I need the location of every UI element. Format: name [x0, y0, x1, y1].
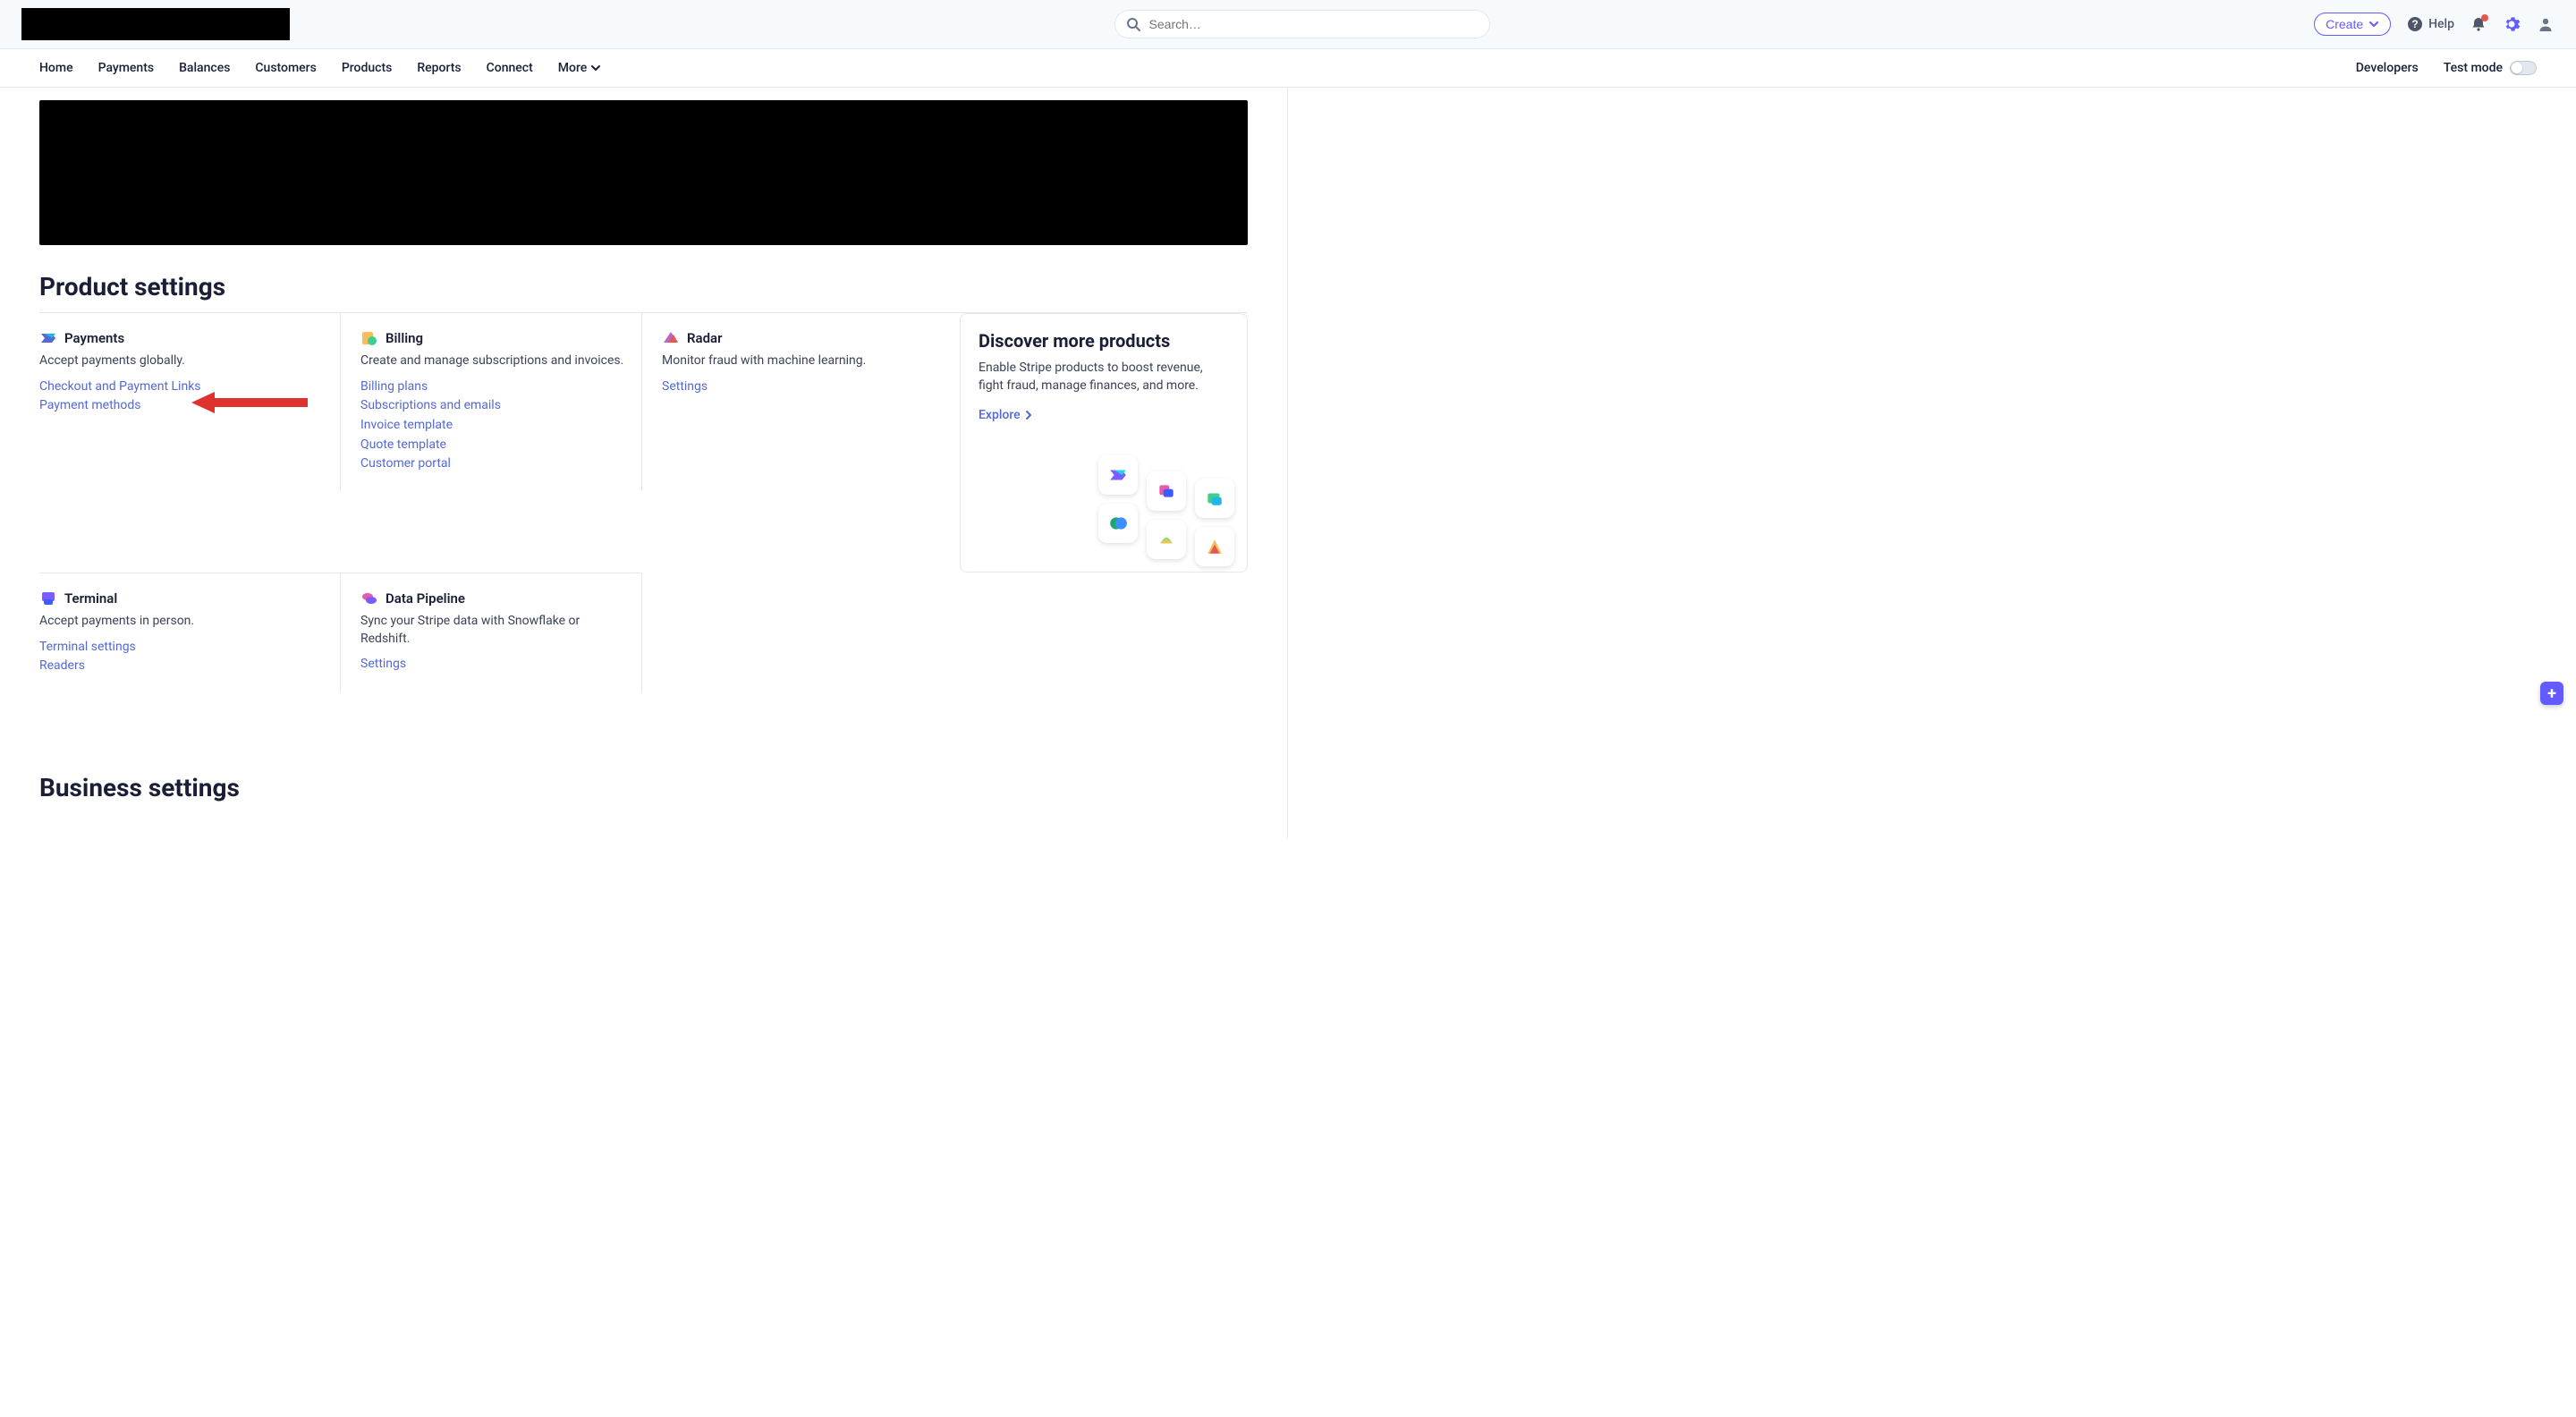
plus-icon: +: [2547, 684, 2556, 703]
nav-more[interactable]: More: [558, 61, 602, 75]
link-terminal-settings[interactable]: Terminal settings: [39, 638, 324, 658]
terminal-title: Terminal: [64, 590, 117, 607]
test-mode-control: Test mode: [2444, 61, 2537, 75]
chevron-down-icon: [2368, 19, 2379, 30]
link-data-pipeline-settings[interactable]: Settings: [360, 655, 625, 675]
product-cell-data-pipeline: Data Pipeline Sync your Stripe data with…: [341, 573, 642, 692]
nav-reports[interactable]: Reports: [417, 61, 461, 75]
terminal-icon: [39, 590, 57, 607]
link-payment-methods[interactable]: Payment methods: [39, 396, 324, 416]
radar-icon: [662, 329, 680, 347]
product-settings-row-2: Terminal Accept payments in person. Term…: [39, 573, 1248, 692]
billing-title: Billing: [386, 330, 423, 346]
product-tile-icon: [1098, 455, 1138, 495]
product-cell-billing: Billing Create and manage subscriptions …: [341, 313, 642, 490]
explore-link[interactable]: Explore: [979, 408, 1229, 422]
notifications-button[interactable]: [2470, 16, 2487, 32]
link-subscriptions-and-emails[interactable]: Subscriptions and emails: [360, 396, 625, 416]
link-radar-settings[interactable]: Settings: [662, 378, 917, 397]
nav-connect[interactable]: Connect: [487, 61, 533, 75]
gear-icon: [2503, 15, 2521, 33]
create-label: Create: [2326, 17, 2363, 31]
help-button[interactable]: ? Help: [2407, 16, 2454, 32]
data-pipeline-desc: Sync your Stripe data with Snowflake or …: [360, 613, 625, 648]
search-input[interactable]: [1148, 16, 1479, 32]
settings-button[interactable]: [2503, 15, 2521, 33]
payments-desc: Accept payments globally.: [39, 352, 324, 370]
product-tile-icon: [1147, 520, 1186, 559]
link-customer-portal[interactable]: Customer portal: [360, 454, 625, 474]
help-label: Help: [2428, 17, 2454, 31]
product-tile-icon: [1195, 527, 1234, 566]
section-title-product-settings: Product settings: [39, 272, 1248, 301]
promo-spacer: [944, 573, 1248, 692]
nav-more-label: More: [558, 61, 588, 75]
link-invoice-template[interactable]: Invoice template: [360, 416, 625, 436]
data-pipeline-icon: [360, 590, 378, 607]
section-title-business-settings: Business settings: [39, 773, 1248, 802]
create-button[interactable]: Create: [2314, 13, 2391, 36]
link-checkout-and-payment-links[interactable]: Checkout and Payment Links: [39, 378, 324, 397]
billing-desc: Create and manage subscriptions and invo…: [360, 352, 625, 370]
search-field[interactable]: [1114, 10, 1490, 38]
radar-title: Radar: [687, 330, 723, 346]
notification-dot: [2481, 14, 2488, 21]
nav-balances[interactable]: Balances: [179, 61, 230, 75]
product-cell-terminal: Terminal Accept payments in person. Term…: [39, 573, 341, 692]
account-logo-redacted: [21, 8, 290, 40]
page: Product settings Payments Accept payment…: [0, 88, 1288, 838]
terminal-desc: Accept payments in person.: [39, 613, 324, 631]
nav-products[interactable]: Products: [342, 61, 393, 75]
search-wrap: [304, 10, 2300, 38]
navbar: Home Payments Balances Customers Product…: [0, 48, 2576, 88]
product-settings-row-1: Payments Accept payments globally. Check…: [39, 312, 1248, 573]
discover-products-card: Discover more products Enable Stripe pro…: [960, 313, 1248, 573]
chevron-right-icon: [1024, 411, 1033, 420]
floating-add-button[interactable]: +: [2540, 682, 2563, 705]
product-cell-empty: [642, 573, 944, 692]
link-billing-plans[interactable]: Billing plans: [360, 378, 625, 397]
svg-text:?: ?: [2411, 18, 2418, 30]
link-readers[interactable]: Readers: [39, 657, 324, 676]
product-tile-icon: [1195, 479, 1234, 518]
link-quote-template[interactable]: Quote template: [360, 436, 625, 455]
discover-title: Discover more products: [979, 330, 1229, 352]
data-pipeline-title: Data Pipeline: [386, 590, 465, 607]
profile-button[interactable]: [2537, 15, 2555, 33]
billing-icon: [360, 329, 378, 347]
nav-payments[interactable]: Payments: [98, 61, 155, 75]
product-cell-radar: Radar Monitor fraud with machine learnin…: [642, 313, 944, 490]
person-icon: [2537, 15, 2555, 33]
discover-art: [1055, 471, 1234, 559]
explore-label: Explore: [979, 408, 1021, 422]
test-mode-label: Test mode: [2444, 61, 2503, 75]
search-icon: [1126, 17, 1140, 31]
chevron-down-icon: [590, 63, 601, 73]
help-icon: ?: [2407, 16, 2423, 32]
product-tile-icon: [1147, 471, 1186, 511]
payments-title: Payments: [64, 330, 124, 346]
payments-icon: [39, 329, 57, 347]
test-mode-toggle[interactable]: [2510, 61, 2537, 75]
discover-desc: Enable Stripe products to boost revenue,…: [979, 359, 1229, 395]
nav-customers[interactable]: Customers: [255, 61, 316, 75]
product-tile-icon: [1098, 504, 1138, 543]
product-cell-payments: Payments Accept payments globally. Check…: [39, 313, 341, 490]
nav-developers[interactable]: Developers: [2356, 61, 2419, 75]
top-actions: Create ? Help: [2314, 13, 2555, 36]
topbar: Create ? Help: [0, 0, 2576, 48]
nav-home[interactable]: Home: [39, 61, 73, 75]
banner-redacted: [39, 100, 1248, 245]
radar-desc: Monitor fraud with machine learning.: [662, 352, 917, 370]
